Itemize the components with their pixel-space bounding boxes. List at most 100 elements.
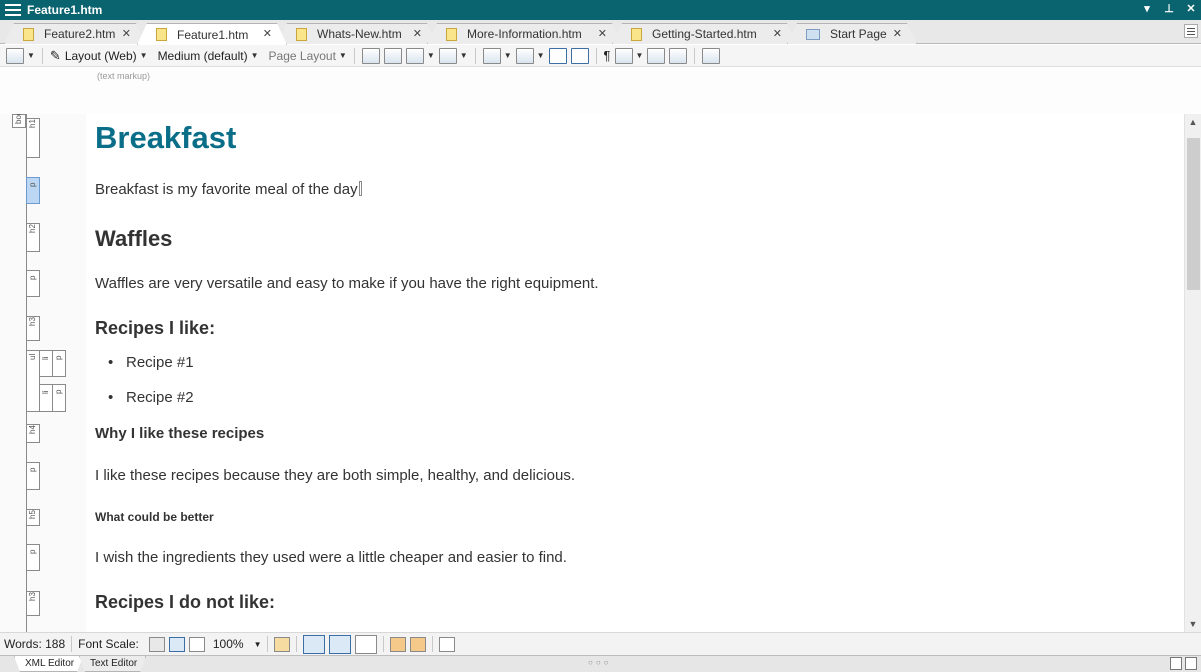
close-icon[interactable]: ✕ (1185, 2, 1197, 15)
scroll-up-icon[interactable]: ▲ (1185, 114, 1201, 130)
split-vertical-icon[interactable] (1170, 657, 1182, 670)
heading-1[interactable]: Breakfast (95, 120, 236, 156)
chevron-down-icon[interactable]: ▼ (254, 640, 262, 649)
show-snippets-icon[interactable] (515, 47, 534, 64)
structure-tag-p[interactable]: p (26, 177, 40, 204)
ruler-pencil-icon[interactable]: ✎ (50, 48, 61, 64)
tab-feature2[interactable]: Feature2.htm ✕ (4, 23, 146, 44)
structure-tag-li[interactable]: li (39, 350, 53, 377)
chevron-down-icon[interactable]: ▼ (537, 51, 545, 60)
font-scale-minus-icon[interactable] (148, 636, 165, 652)
heading-5[interactable]: What could be better (95, 510, 214, 524)
show-spans-icon[interactable] (647, 47, 666, 64)
scrollbar-thumb[interactable] (1187, 138, 1200, 290)
layout-dropdown[interactable]: Layout (Web) (65, 49, 137, 63)
structure-bar: body h1 p h2 p h3 ul li p li p h4 p h5 p… (0, 114, 86, 632)
pilcrow-icon[interactable]: ¶ (604, 48, 611, 63)
tab-more-information[interactable]: More-Information.htm ✕ (427, 23, 622, 44)
horizontal-ruler-icon[interactable] (390, 636, 407, 652)
show-links-icon[interactable] (438, 47, 457, 64)
chevron-down-icon[interactable]: ▼ (27, 51, 35, 60)
vertical-structure-bar-icon[interactable] (303, 634, 326, 654)
chevron-down-icon[interactable]: ▼ (427, 51, 435, 60)
close-tab-icon[interactable]: ✕ (122, 27, 131, 40)
structure-tag-p[interactable]: p (26, 270, 40, 297)
show-markers-icon[interactable] (383, 47, 402, 64)
heading-3[interactable]: Recipes I do not like: (95, 592, 275, 613)
chevron-down-icon[interactable]: ▼ (636, 51, 644, 60)
font-scale-plus-icon[interactable] (188, 636, 205, 652)
structure-tag-h3[interactable]: h3 (26, 316, 40, 341)
structure-tag-h5[interactable]: h5 (26, 509, 40, 526)
close-tab-icon[interactable]: ✕ (413, 27, 422, 40)
view-mode-icon[interactable] (6, 47, 24, 64)
chevron-down-icon[interactable]: ▼ (339, 51, 347, 60)
horizontal-structure-bar-icon[interactable] (329, 634, 352, 654)
close-tab-icon[interactable]: ✕ (893, 27, 902, 40)
show-blocks-icon[interactable] (669, 47, 688, 64)
chevron-down-icon[interactable]: ▼ (504, 51, 512, 60)
vertical-scrollbar[interactable]: ▲ ▼ (1184, 114, 1201, 632)
split-horizontal-icon[interactable] (1185, 657, 1197, 670)
color-palette-icon[interactable] (274, 636, 291, 652)
chevron-down-icon[interactable]: ▼ (460, 51, 468, 60)
show-variables-icon[interactable] (482, 47, 501, 64)
tab-feature1[interactable]: Feature1.htm ✕ (137, 23, 287, 45)
tab-text-editor[interactable]: Text Editor (79, 656, 146, 672)
font-scale-reset-icon[interactable] (168, 636, 185, 652)
paragraph[interactable]: I like these recipes because they are bo… (95, 467, 575, 484)
chevron-down-icon[interactable]: ▼ (140, 51, 148, 60)
structure-tag-h4[interactable]: h4 (26, 424, 40, 443)
text-markup-hint: (text markup) (97, 71, 151, 81)
resize-grip-icon[interactable]: ○○○ (588, 658, 612, 667)
structure-tag-li[interactable]: li (39, 384, 53, 412)
structure-tag-ul[interactable]: ul (26, 350, 40, 412)
paragraph[interactable]: Waffles are very versatile and easy to m… (95, 275, 599, 292)
scroll-down-icon[interactable]: ▼ (1185, 616, 1201, 632)
tab-label: Getting-Started.htm (652, 27, 757, 41)
heading-2[interactable]: Waffles (95, 226, 172, 252)
tab-list-menu-icon[interactable] (1184, 24, 1198, 38)
structure-tag-p[interactable]: p (26, 544, 40, 571)
pin-icon[interactable]: ⊥ (1163, 2, 1175, 15)
close-tab-icon[interactable]: ✕ (263, 27, 272, 40)
tab-xml-editor[interactable]: XML Editor (14, 656, 83, 672)
close-tab-icon[interactable]: ✕ (598, 27, 607, 40)
list-item[interactable]: Recipe #1 (108, 354, 194, 371)
medium-dropdown[interactable]: Medium (default) (158, 49, 248, 63)
show-index-icon[interactable] (548, 47, 567, 64)
tab-whats-new[interactable]: Whats-New.htm ✕ (277, 23, 437, 44)
list-item[interactable]: Recipe #2 (108, 389, 194, 406)
structure-tag-p[interactable]: p (52, 384, 66, 412)
dropdown-arrow-icon[interactable]: ▾ (1141, 2, 1153, 15)
structure-tag-h3[interactable]: h3 (26, 591, 40, 616)
show-changes-icon[interactable] (355, 634, 378, 654)
hamburger-menu-icon[interactable] (5, 4, 21, 16)
structure-tag-h1[interactable]: h1 (26, 118, 40, 158)
structure-tag-p[interactable]: p (52, 350, 66, 377)
paragraph[interactable]: Breakfast is my favorite meal of the day (95, 181, 362, 198)
tab-getting-started[interactable]: Getting-Started.htm ✕ (612, 23, 797, 44)
show-conditions-icon[interactable] (614, 47, 633, 64)
document-content[interactable]: Breakfast Breakfast is my favorite meal … (86, 114, 1184, 632)
vertical-ruler-icon[interactable] (410, 636, 427, 652)
status-separator (267, 636, 269, 652)
fit-width-icon[interactable] (439, 636, 456, 652)
structure-tag-h2[interactable]: h2 (26, 223, 40, 252)
show-concepts-icon[interactable] (570, 47, 589, 64)
show-tags-icon[interactable] (361, 47, 380, 64)
chevron-down-icon[interactable]: ▼ (251, 51, 259, 60)
structure-tag-p[interactable]: p (26, 462, 40, 490)
zoom-level[interactable]: 100% (213, 637, 244, 651)
tab-start-page[interactable]: Start Page ✕ (787, 23, 917, 44)
heading-3[interactable]: Recipes I like: (95, 318, 215, 339)
structure-tag-body[interactable]: body (12, 114, 26, 128)
heading-4[interactable]: Why I like these recipes (95, 425, 264, 442)
page-layout-dropdown[interactable]: Page Layout (269, 49, 336, 63)
preview-icon[interactable] (702, 47, 721, 64)
status-separator (432, 636, 434, 652)
paragraph-text[interactable]: Breakfast is my favorite meal of the day (95, 181, 358, 198)
show-images-icon[interactable] (405, 47, 424, 64)
close-tab-icon[interactable]: ✕ (773, 27, 782, 40)
paragraph[interactable]: I wish the ingredients they used were a … (95, 549, 567, 566)
